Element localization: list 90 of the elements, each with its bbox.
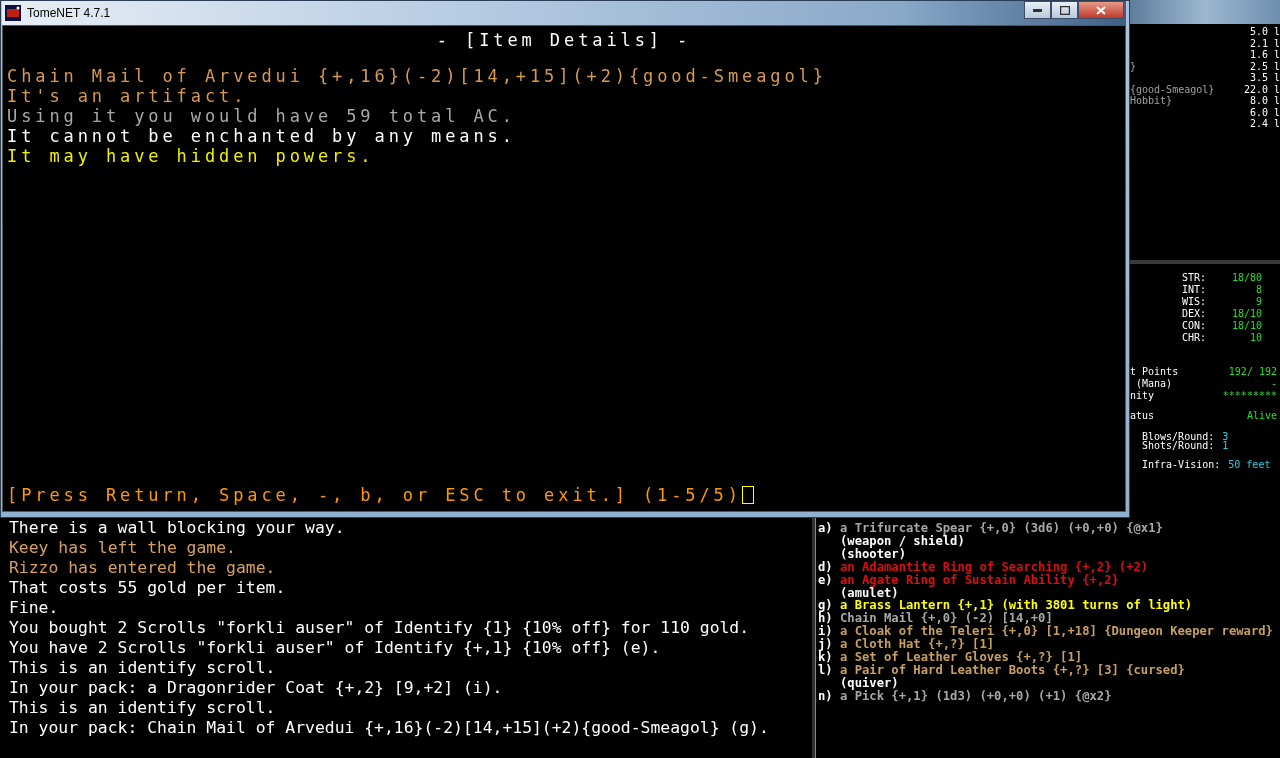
panel-heading: - [Item Details] - <box>435 30 693 50</box>
equipment-line: (weapon / shield) <box>840 534 965 548</box>
combat-label: Shots/Round: <box>1142 440 1215 450</box>
stat-value: 18/80 <box>1230 271 1262 284</box>
item-suffix: {good-Smeagol} <box>1130 83 1215 95</box>
equipment-line: a Trifurcate Spear {+,0} (3d6) (+0,+0) {@x1} <box>840 522 1163 535</box>
message-line: Keey has left the game. <box>9 538 236 557</box>
detail-line: It cannot be enchanted by any means. <box>7 126 516 146</box>
close-icon <box>1096 5 1106 15</box>
detail-line: Using it you would have 59 total AC. <box>7 106 516 126</box>
equipment-line: (amulet) <box>840 586 899 600</box>
app-icon <box>5 5 21 21</box>
minimize-icon <box>1033 8 1042 12</box>
status-value: - <box>1270 377 1277 390</box>
equipment-line: (shooter) <box>840 547 907 561</box>
stat-label: CHR: <box>1182 331 1208 344</box>
message-line: You have 2 Scrolls "forkli auser" of Identify {+,1} {10% off} (e). <box>9 638 661 657</box>
equipment-line: a Pair of Hard Leather Boots {+,?} [3] {cursed} <box>840 663 1185 677</box>
equipment-line: a Cloak of the Teleri {+,0} [1,+18] {Dungeon Keeper reward} <box>840 625 1273 639</box>
detail-line: It may have hidden powers. <box>7 146 375 166</box>
status-label: nity <box>1130 389 1155 402</box>
status-label: atus <box>1130 409 1155 422</box>
page-indicator: (1-5/5) <box>642 485 742 505</box>
item-suffix: } <box>1130 60 1137 72</box>
combat-label: Infra-Vision: <box>1142 459 1221 469</box>
stat-label: WIS: <box>1182 295 1208 308</box>
item-weight: 2.1 l <box>1249 37 1280 49</box>
detail-line: Chain Mail of Arvedui {+,16}(-2)[14,+15](+2){good-Smeagol} <box>7 66 827 86</box>
stat-value: 9 <box>1254 295 1262 308</box>
slot-letter: i) <box>818 624 833 639</box>
status-value: 192/ 192 <box>1228 365 1277 378</box>
message-line: This is an identify scroll. <box>9 658 276 677</box>
item-weight: 2.5 l <box>1249 60 1280 72</box>
equipment-line: a Brass Lantern {+,1} (with 3801 turns of light) <box>840 599 1193 613</box>
window-title: TomeNET 4.7.1 <box>27 6 111 20</box>
detail-line: It's an artifact. <box>7 86 248 106</box>
equipment-line: an Agate Ring of Sustain Ability {+,2} <box>840 573 1119 587</box>
message-line: Rizzo has entered the game. <box>9 558 276 577</box>
stat-label: STR: <box>1182 271 1208 284</box>
item-weight: 6.0 l <box>1249 106 1280 118</box>
item-weight: 8.0 l <box>1249 95 1280 107</box>
text-cursor <box>741 486 754 504</box>
stat-label: DEX: <box>1182 307 1208 320</box>
message-line: This is an identify scroll. <box>9 698 276 717</box>
message-line: That costs 55 gold per item. <box>9 578 286 597</box>
status-label: t Points <box>1130 365 1179 378</box>
minimize-button[interactable] <box>1024 1 1051 19</box>
maximize-icon <box>1059 5 1070 15</box>
close-button[interactable] <box>1078 1 1124 19</box>
equipment-line: a Cloth Hat {+,?} [1] <box>840 638 995 652</box>
equipment-line: a Set of Leather Gloves {+,?} [1] <box>840 651 1083 664</box>
stat-value: 8 <box>1254 283 1262 296</box>
combat-label: Blows/Round: <box>1142 431 1215 441</box>
item-weight: 2.4 l <box>1249 118 1280 130</box>
message-line: Fine. <box>9 598 59 617</box>
message-line: In your pack: a Dragonrider Coat {+,2} [9,+2] (i). <box>9 678 503 697</box>
item-weight: 22.0 l <box>1243 83 1280 95</box>
status-value: ********* <box>1222 389 1277 402</box>
slot-letter: j) <box>818 637 833 652</box>
equipment-line: (quiver) <box>840 676 899 690</box>
item-suffix: Hobbit} <box>1130 95 1173 107</box>
slot-letter: n) <box>818 688 833 703</box>
combat-value: 3 <box>1222 431 1229 441</box>
equipment-line: a Pick {+,1} (1d3) (+0,+0) (+1) {@x2} <box>840 689 1112 703</box>
equipment-line: Chain Mail {+,0} (-2) [14,+0] <box>840 612 1053 626</box>
item-weight: 1.6 l <box>1249 49 1280 61</box>
item-weight: 3.5 l <box>1249 72 1280 84</box>
slot-letter: l) <box>818 662 833 677</box>
stat-value: 18/10 <box>1230 319 1262 332</box>
combat-value: 50 feet <box>1228 459 1271 469</box>
status-value: Alive <box>1246 409 1277 422</box>
message-line: There is a wall blocking your way. <box>9 518 345 537</box>
equipment-line: an Adamantite Ring of Searching {+,2} (+2) <box>840 560 1149 574</box>
maximize-button[interactable] <box>1051 1 1078 19</box>
exit-prompt: [Press Return, Space, -, b, or ESC to exit.] <box>7 485 629 505</box>
slot-letter: k) <box>818 650 833 665</box>
message-line: You bought 2 Scrolls "forkli auser" of Identify {1} {10% off} for 110 gold. <box>9 618 750 637</box>
message-line: In your pack: Chain Mail of Arvedui {+,16}(-2)[14,+15](+2){good-Smeagol} (g). <box>9 718 769 737</box>
combat-value: 1 <box>1222 440 1229 450</box>
slot-letter: g) <box>818 598 833 613</box>
slot-letter: h) <box>818 611 833 626</box>
status-label: (Mana) <box>1135 377 1173 390</box>
slot-letter: a) <box>818 521 833 535</box>
stat-value: 18/10 <box>1230 307 1262 320</box>
slot-letter: d) <box>818 559 833 574</box>
stat-label: CON: <box>1182 319 1208 332</box>
slot-letter: e) <box>818 572 833 587</box>
stat-label: INT: <box>1182 283 1208 296</box>
item-weight: 5.0 l <box>1249 26 1280 38</box>
stat-value: 10 <box>1248 331 1262 344</box>
